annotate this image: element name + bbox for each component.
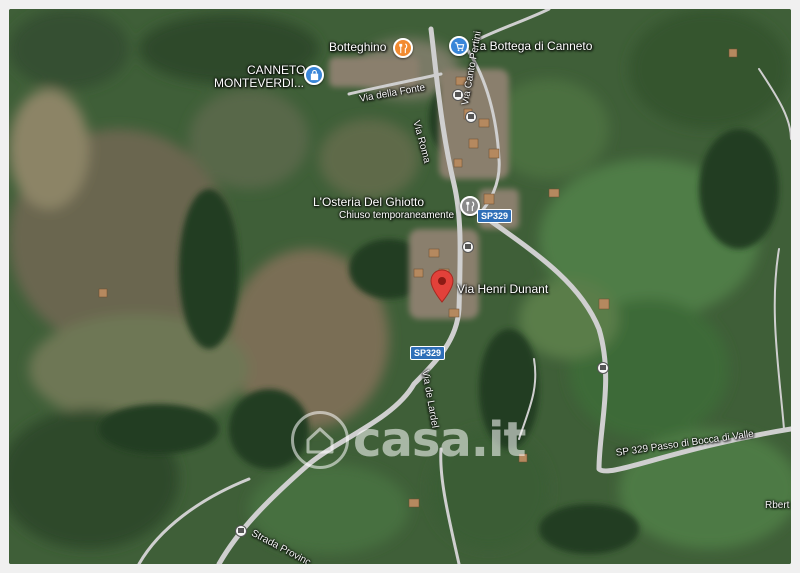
bus-stop-icon[interactable] bbox=[597, 362, 609, 374]
bus-stop-icon[interactable] bbox=[235, 525, 247, 537]
poi-label-osteria[interactable]: L'Osteria Del Ghiotto bbox=[313, 196, 424, 209]
route-shield-sp329: SP329 bbox=[477, 209, 513, 223]
shopping-cart-icon[interactable] bbox=[449, 36, 469, 56]
bus-stop-icon[interactable] bbox=[462, 241, 474, 253]
watermark-text: casa.it bbox=[353, 412, 526, 468]
poi-label-bottega[interactable]: La Bottega di Canneto bbox=[473, 40, 592, 53]
casa-it-watermark: casa.it bbox=[291, 411, 526, 469]
bus-stop-icon[interactable] bbox=[452, 89, 464, 101]
bus-stop-icon[interactable] bbox=[465, 111, 477, 123]
poi-label-dunant[interactable]: Via Henri Dunant bbox=[457, 283, 548, 296]
red-location-pin-icon[interactable] bbox=[430, 269, 454, 303]
map-frame[interactable]: Botteghino La Bottega di Canneto CANNETO… bbox=[9, 9, 791, 564]
road-label-rbert: Rbert bbox=[765, 500, 790, 511]
poi-label-canneto-line2[interactable]: MONTEVERDI... bbox=[214, 77, 304, 90]
route-shield-sp329: SP329 bbox=[410, 346, 446, 360]
house-icon bbox=[291, 411, 349, 469]
fork-knife-icon[interactable] bbox=[393, 38, 413, 58]
poi-sublabel-osteria: Chiuso temporaneamente bbox=[339, 210, 455, 221]
bag-icon[interactable] bbox=[304, 65, 324, 85]
poi-label-botteghino[interactable]: Botteghino bbox=[329, 41, 386, 54]
